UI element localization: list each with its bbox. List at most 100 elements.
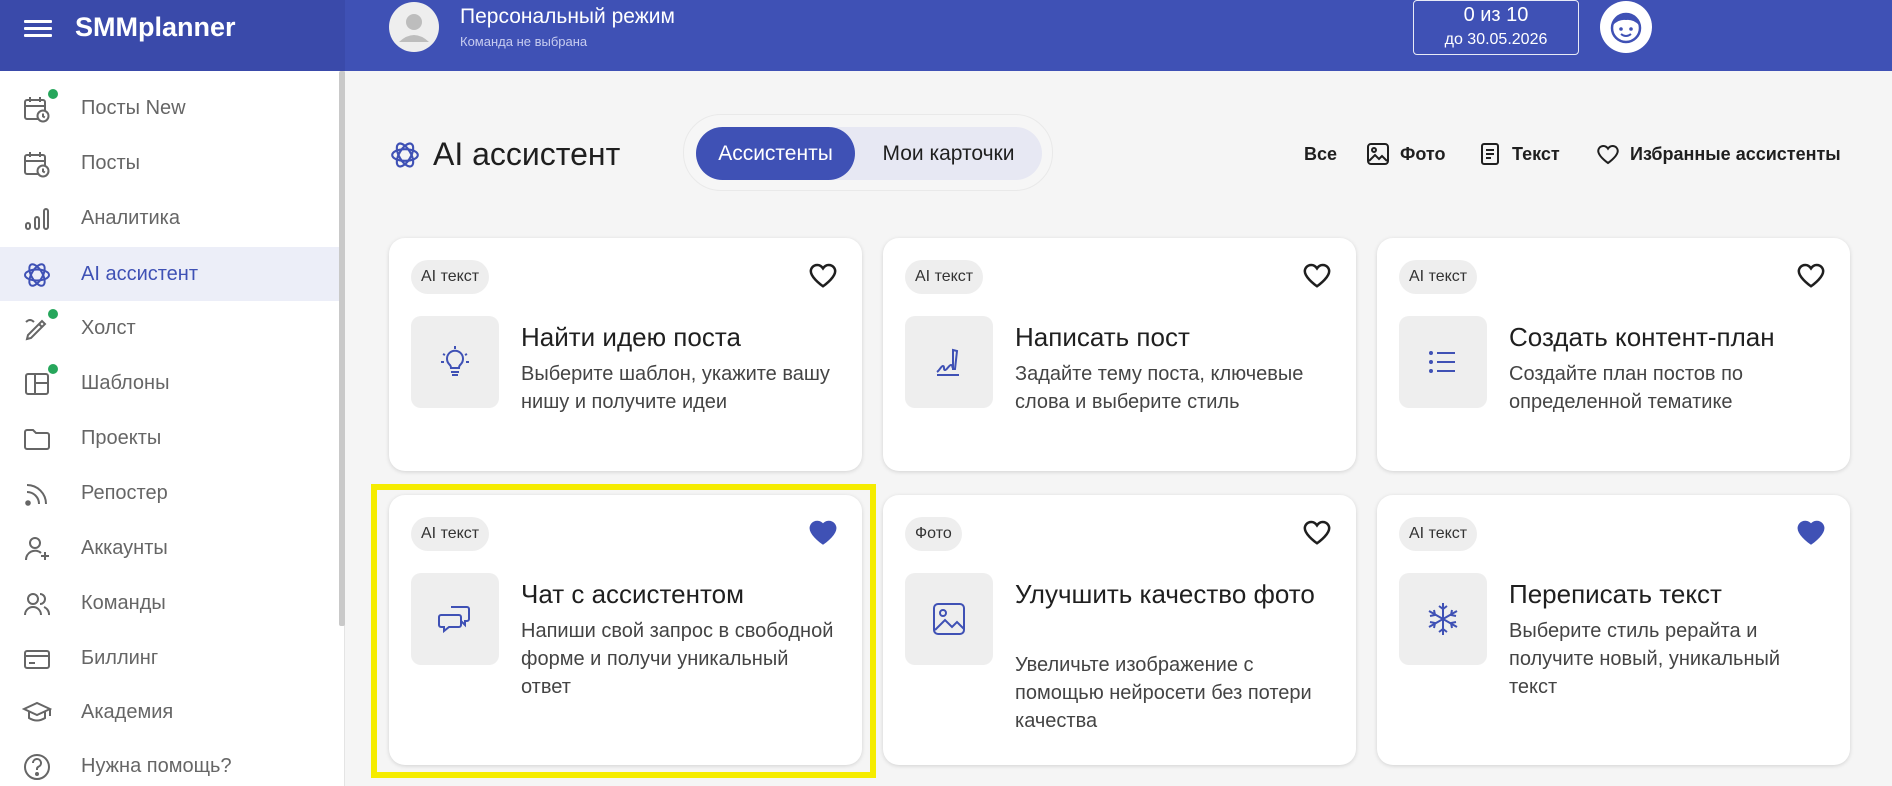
calendar-clock-icon	[22, 149, 52, 179]
card-title: Создать контент-план	[1509, 322, 1775, 352]
sidebar-scrollbar[interactable]	[339, 71, 345, 626]
filter-label: Избранные ассистенты	[1630, 143, 1841, 164]
favorite-heart-icon[interactable]	[1796, 517, 1826, 547]
card-tag: AI текст	[411, 260, 490, 294]
sidebar-item-accounts[interactable]: Аккаунты	[0, 521, 339, 575]
favorite-heart-icon[interactable]	[1302, 517, 1332, 547]
top-bar: SMMplanner Персональный режим Команда не…	[0, 0, 1892, 71]
filter-all[interactable]: Все	[1304, 141, 1337, 167]
card-title: Написать пост	[1015, 322, 1190, 352]
assistant-card[interactable]: Фото Улучшить качество фото Увеличьте из…	[883, 495, 1356, 765]
sidebar-item-reposter[interactable]: Репостер	[0, 466, 339, 520]
new-indicator-dot	[48, 89, 58, 99]
sidebar-item-posts-new[interactable]: Посты New	[0, 81, 339, 135]
filter-favorites[interactable]: Избранные ассистенты	[1596, 141, 1841, 167]
sidebar-item-help[interactable]: Нужна помощь?	[0, 739, 339, 786]
sidebar-item-projects[interactable]: Проекты	[0, 411, 339, 465]
lightbulb-icon	[411, 316, 499, 408]
sidebar-item-label: Холст	[81, 316, 136, 339]
graduation-cap-icon	[21, 698, 53, 728]
sidebar-item-label: Академия	[81, 700, 174, 723]
card-tag: AI текст	[411, 517, 490, 551]
assistant-card[interactable]: AI текст Чат с ассистентом Напиши свой з…	[389, 495, 862, 765]
card-title: Найти идею поста	[521, 322, 741, 352]
brand-logo[interactable]: SMMplanner	[75, 12, 236, 43]
list-icon	[1399, 316, 1487, 408]
favorite-heart-icon[interactable]	[808, 517, 838, 547]
sidebar: Посты New Посты Аналитика AI ассистент Х…	[0, 71, 345, 786]
users-icon	[22, 589, 52, 619]
pen-scribble-icon	[905, 316, 993, 408]
card-tag: Фото	[905, 517, 962, 551]
sidebar-item-ai-assistant[interactable]: AI ассистент	[0, 247, 339, 301]
sidebar-item-label: Аналитика	[81, 206, 180, 229]
ai-knot-icon	[389, 139, 421, 171]
quota-until: до 30.05.2026	[1444, 31, 1548, 48]
image-icon	[1367, 143, 1389, 165]
card-description: Увеличьте изображение с помощью нейросет…	[1015, 654, 1312, 732]
tab-my-cards[interactable]: Мои карточки	[855, 127, 1042, 180]
assistant-card[interactable]: AI текст Написать пост Задайте тему пост…	[883, 238, 1356, 471]
card-title: Чат с ассистентом	[521, 579, 744, 609]
quota-count: 0 из 10	[1463, 4, 1529, 26]
new-indicator-dot	[48, 364, 58, 374]
assistant-card[interactable]: AI текст Создать контент-план Создайте п…	[1377, 238, 1850, 471]
view-toggle-track: Ассистенты Мои карточки	[696, 127, 1042, 180]
sidebar-item-academy[interactable]: Академия	[0, 685, 339, 739]
sidebar-item-label: AI ассистент	[81, 262, 199, 285]
sidebar-item-label: Команды	[81, 591, 166, 614]
filter-label: Текст	[1512, 143, 1560, 164]
tab-assistants[interactable]: Ассистенты	[696, 127, 855, 180]
sidebar-item-templates[interactable]: Шаблоны	[0, 356, 339, 410]
ai-knot-icon	[22, 260, 52, 290]
filter-text[interactable]: Текст	[1478, 141, 1560, 167]
filter-photo[interactable]: Фото	[1366, 141, 1445, 167]
new-indicator-dot	[48, 309, 58, 319]
favorite-heart-icon[interactable]	[1796, 260, 1826, 290]
favorite-heart-icon[interactable]	[808, 260, 838, 290]
assistant-card[interactable]: AI текст Переписать текст Выберите стиль…	[1377, 495, 1850, 765]
sidebar-item-canvas[interactable]: Холст	[0, 301, 339, 355]
card-tag: AI текст	[905, 260, 984, 294]
card-description: Задайте тему поста, ключевые слова и выб…	[1015, 363, 1304, 413]
filter-label: Фото	[1400, 143, 1446, 164]
card-tag: AI текст	[1399, 260, 1478, 294]
image-icon	[905, 573, 993, 665]
assistant-card[interactable]: AI текст Найти идею поста Выберите шабло…	[389, 238, 862, 471]
folder-icon	[22, 424, 52, 454]
view-toggle: Ассистенты Мои карточки	[683, 114, 1053, 191]
card-title: Переписать текст	[1509, 579, 1722, 609]
filter-label: Все	[1304, 143, 1338, 164]
calendar-clock-icon	[22, 94, 52, 124]
team-mode-subtitle: Команда не выбрана	[460, 34, 588, 49]
sidebar-item-label: Посты New	[81, 96, 186, 119]
sidebar-item-label: Посты	[81, 151, 141, 174]
card-title: Улучшить качество фото	[1015, 579, 1315, 609]
bar-chart-icon	[22, 204, 52, 234]
sidebar-item-billing[interactable]: Биллинг	[0, 631, 339, 685]
sidebar-item-posts[interactable]: Посты	[0, 136, 339, 190]
sidebar-item-teams[interactable]: Команды	[0, 576, 339, 630]
sidebar-item-label: Репостер	[81, 481, 168, 504]
team-avatar[interactable]	[389, 2, 439, 52]
card-description: Напиши свой запрос в свободной форме и п…	[521, 620, 834, 698]
chat-bubbles-icon	[411, 573, 499, 665]
heart-icon	[1597, 144, 1619, 165]
favorite-heart-icon[interactable]	[1302, 260, 1332, 290]
brand-area: SMMplanner	[0, 0, 345, 71]
sidebar-item-analytics[interactable]: Аналитика	[0, 191, 339, 245]
page-title: AI ассистент	[433, 136, 621, 172]
sidebar-item-label: Аккаунты	[81, 536, 168, 559]
card-description: Создайте план постов по определенной тем…	[1509, 363, 1744, 413]
quota-badge[interactable]: 0 из 10 до 30.05.2026	[1413, 0, 1579, 55]
credit-card-icon	[22, 644, 52, 674]
snowflake-icon	[1399, 573, 1487, 665]
sidebar-item-label: Проекты	[81, 426, 162, 449]
team-mode-title[interactable]: Персональный режим	[460, 5, 675, 29]
rss-icon	[22, 479, 52, 509]
card-description: Выберите стиль рерайта и получите новый,…	[1509, 620, 1781, 698]
help-circle-icon	[22, 752, 52, 782]
card-tag: AI текст	[1399, 517, 1478, 551]
user-avatar[interactable]	[1600, 1, 1652, 53]
menu-icon[interactable]	[24, 16, 52, 40]
